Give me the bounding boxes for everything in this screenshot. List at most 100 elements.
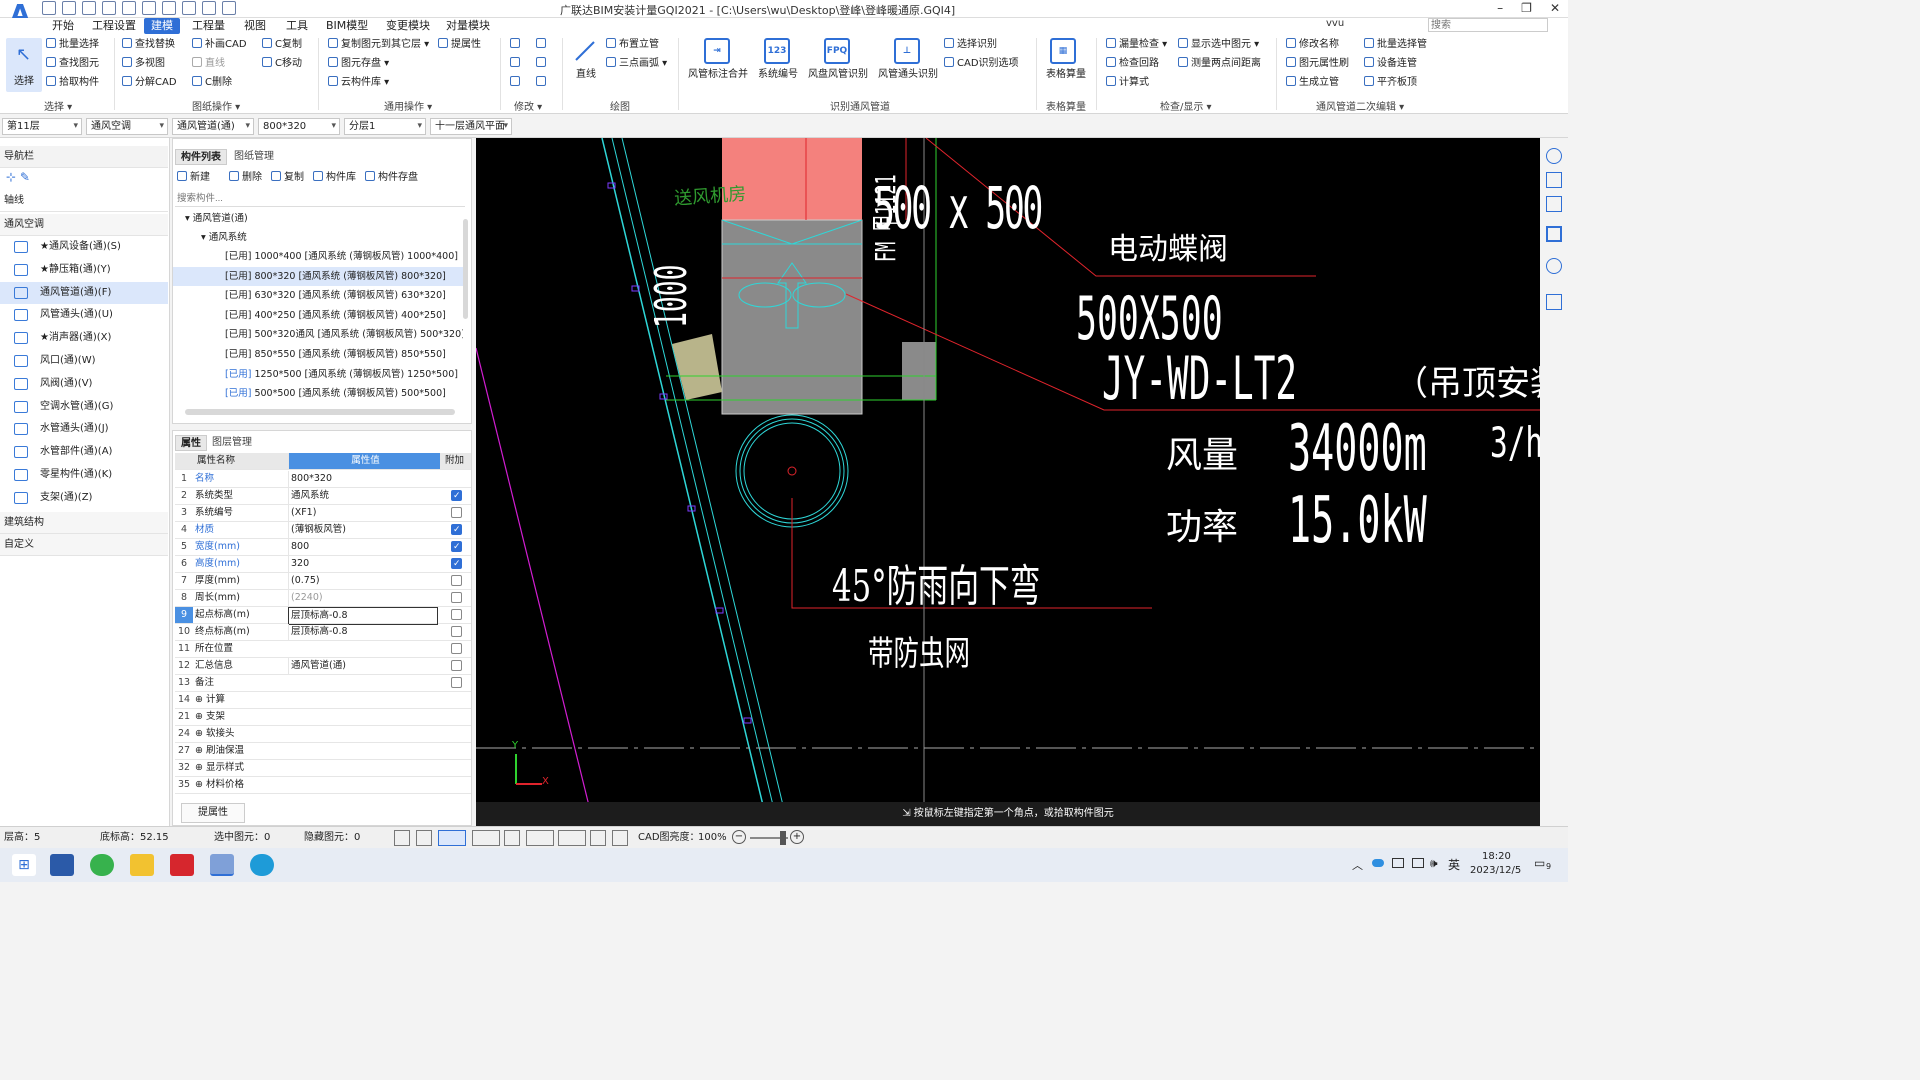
batch-select-button[interactable]: 批量选择 bbox=[46, 38, 99, 52]
duct-fitting-recognize-icon[interactable]: ⊥ bbox=[894, 38, 920, 64]
property-row[interactable]: 10 终点标高(m) 层顶标高-0.8 bbox=[175, 624, 471, 641]
brightness-slider-thumb[interactable] bbox=[780, 831, 786, 845]
copy-tool-icon[interactable] bbox=[510, 38, 523, 52]
move-tool-icon[interactable] bbox=[510, 57, 523, 71]
show-selected-button[interactable]: 显示选中图元 ▾ bbox=[1178, 38, 1259, 52]
property-row[interactable]: 4 材质 (薄钢板风管) bbox=[175, 522, 471, 539]
property-value[interactable]: (2240) bbox=[288, 590, 438, 606]
menu-modeling[interactable]: 建模 bbox=[144, 18, 180, 34]
property-value[interactable]: (XF1) bbox=[288, 505, 438, 521]
select-button[interactable]: ↖ 选择 bbox=[6, 38, 42, 92]
nav-item[interactable]: ★消声器(通)(X) bbox=[0, 327, 168, 349]
nav-item[interactable]: ★通风设备(通)(S) bbox=[0, 236, 168, 258]
system-number-label[interactable]: 系统编号 bbox=[758, 68, 798, 82]
search-input[interactable] bbox=[1428, 18, 1548, 32]
property-row[interactable]: 13 备注 bbox=[175, 675, 471, 692]
redo-icon[interactable] bbox=[142, 1, 156, 15]
view-mode-icon[interactable] bbox=[472, 830, 500, 846]
group-common-label[interactable]: 通用操作 ▾ bbox=[384, 98, 432, 113]
property-extra-checkbox[interactable] bbox=[451, 609, 462, 620]
nav-building-structure[interactable]: 建筑结构 bbox=[0, 512, 168, 534]
batch-select-pipe-button[interactable]: 批量选择管 bbox=[1364, 38, 1427, 52]
property-row[interactable]: 5 宽度(mm) 800 bbox=[175, 539, 471, 556]
find-element-button[interactable]: 查找图元 bbox=[46, 57, 99, 71]
cloud-library-button[interactable]: 云构件库 ▾ bbox=[328, 76, 389, 90]
notification-icon[interactable]: ▭ bbox=[1534, 856, 1545, 870]
group-modify-label[interactable]: 修改 ▾ bbox=[514, 98, 542, 113]
cad-canvas[interactable]: Y X 送风机房 500 x 500 电动蝶阀 500X500 JY-WD-LT… bbox=[476, 138, 1540, 826]
system-number-icon[interactable]: 123 bbox=[764, 38, 790, 64]
property-value[interactable]: 通风管道(通) bbox=[288, 658, 438, 674]
component-row[interactable]: [已用] 800*320 [通风系统 (薄钢板风管) 800*320] bbox=[173, 266, 463, 286]
taskbar-app-icon[interactable] bbox=[50, 854, 74, 876]
menu-compare-module[interactable]: 对量模块 bbox=[446, 18, 490, 34]
draw-line-icon[interactable] bbox=[572, 38, 598, 64]
curve-icon[interactable] bbox=[612, 830, 628, 846]
battery-icon[interactable] bbox=[1392, 858, 1404, 868]
menu-change-module[interactable]: 变更模块 bbox=[386, 18, 430, 34]
restore-icon[interactable]: ❐ bbox=[1521, 1, 1532, 15]
property-row[interactable]: 21 ⊕ 支架 bbox=[175, 709, 471, 726]
group-drawing-ops-label[interactable]: 图纸操作 ▾ bbox=[192, 98, 240, 113]
property-row[interactable]: 27 ⊕ 刷油保温 bbox=[175, 743, 471, 760]
wps-icon[interactable] bbox=[170, 854, 194, 876]
component-row[interactable]: [已用] 850*550 [通风系统 (薄钢板风管) 850*550] bbox=[173, 345, 463, 364]
vertical-pipe-button[interactable]: 布置立管 bbox=[606, 38, 659, 52]
volume-icon[interactable]: 🕪 bbox=[1430, 856, 1438, 871]
menu-bim-model[interactable]: BIM模型 bbox=[326, 18, 368, 34]
table-calc-label[interactable]: 表格算量 bbox=[1046, 68, 1086, 82]
tab-drawing-management[interactable]: 图纸管理 bbox=[229, 149, 279, 165]
save-icon[interactable] bbox=[102, 1, 116, 15]
view-top-icon[interactable] bbox=[1546, 196, 1562, 212]
vertical-scrollbar[interactable] bbox=[463, 219, 468, 319]
rename-button[interactable]: 修改名称 bbox=[1286, 38, 1339, 52]
pick-component-button[interactable]: 拾取构件 bbox=[46, 76, 99, 90]
property-row[interactable]: 2 系统类型 通风系统 bbox=[175, 488, 471, 505]
property-extra-checkbox[interactable] bbox=[451, 677, 462, 688]
property-extra-checkbox[interactable] bbox=[451, 539, 462, 555]
component-search-input[interactable] bbox=[175, 191, 465, 207]
menu-tools[interactable]: 工具 bbox=[286, 18, 308, 34]
fan-coil-recognize-label[interactable]: 风盘风管识别 bbox=[808, 68, 868, 82]
nav-item[interactable]: 风口(通)(W) bbox=[0, 350, 168, 372]
property-value[interactable]: (0.75) bbox=[288, 573, 438, 589]
nav-item[interactable]: 水管部件(通)(A) bbox=[0, 441, 168, 463]
menu-quantity[interactable]: 工程量 bbox=[192, 18, 225, 34]
property-value[interactable]: (薄钢板风管) bbox=[288, 522, 438, 538]
extract-properties-button[interactable]: 提属性 bbox=[181, 803, 245, 823]
component-row[interactable]: [已用] 500*320通风 [通风系统 (薄钢板风管) 500*320] bbox=[173, 325, 463, 344]
draw-line-label[interactable]: 直线 bbox=[576, 68, 596, 82]
property-row[interactable]: 24 ⊕ 软接头 bbox=[175, 726, 471, 743]
component-library-button[interactable]: 构件库 bbox=[313, 171, 356, 185]
mirror-tool-icon[interactable] bbox=[536, 57, 549, 71]
multi-view-button[interactable]: 多视图 bbox=[122, 57, 165, 71]
component-row[interactable]: [已用] 400*250 [通风系统 (薄钢板风管) 400*250] bbox=[173, 306, 463, 325]
select-mode-icon[interactable] bbox=[438, 830, 466, 846]
drawing-select[interactable]: 十一层通风平面 bbox=[430, 118, 512, 135]
property-row[interactable]: 6 高度(mm) 320 bbox=[175, 556, 471, 573]
copy-icon[interactable] bbox=[222, 1, 236, 15]
property-row[interactable]: 35 ⊕ 材料价格 bbox=[175, 777, 471, 794]
property-row[interactable]: 12 汇总信息 通风管道(通) bbox=[175, 658, 471, 675]
table-calc-icon[interactable]: ▦ bbox=[1050, 38, 1076, 64]
extract-props-button[interactable]: 提属性 bbox=[438, 38, 481, 52]
property-extra-checkbox[interactable] bbox=[451, 507, 462, 518]
property-extra-checkbox[interactable] bbox=[451, 626, 462, 637]
c-copy-button[interactable]: C复制 bbox=[262, 38, 302, 52]
brightness-minus-icon[interactable]: − bbox=[732, 830, 746, 844]
ime-indicator[interactable]: 英 bbox=[1448, 856, 1460, 873]
group-edit2-label[interactable]: 通风管道二次编辑 ▾ bbox=[1316, 98, 1404, 113]
discipline-select[interactable]: 通风空调 bbox=[86, 118, 168, 135]
wechat-icon[interactable] bbox=[90, 854, 114, 876]
property-row[interactable]: 32 ⊕ 显示样式 bbox=[175, 760, 471, 777]
find-replace-button[interactable]: 查找替换 bbox=[122, 38, 175, 52]
onedrive-icon[interactable] bbox=[1372, 859, 1384, 867]
network-icon[interactable] bbox=[1412, 858, 1424, 868]
type-select[interactable]: 通风管道(通) bbox=[172, 118, 254, 135]
delete-component-button[interactable]: 删除 bbox=[229, 171, 262, 185]
property-extra-checkbox[interactable] bbox=[451, 556, 462, 572]
merge-annotation-label[interactable]: 风管标注合并 bbox=[688, 68, 748, 82]
layer-icon[interactable] bbox=[590, 830, 606, 846]
property-row[interactable]: 7 厚度(mm) (0.75) bbox=[175, 573, 471, 590]
missing-check-button[interactable]: 漏量检查 ▾ bbox=[1106, 38, 1167, 52]
